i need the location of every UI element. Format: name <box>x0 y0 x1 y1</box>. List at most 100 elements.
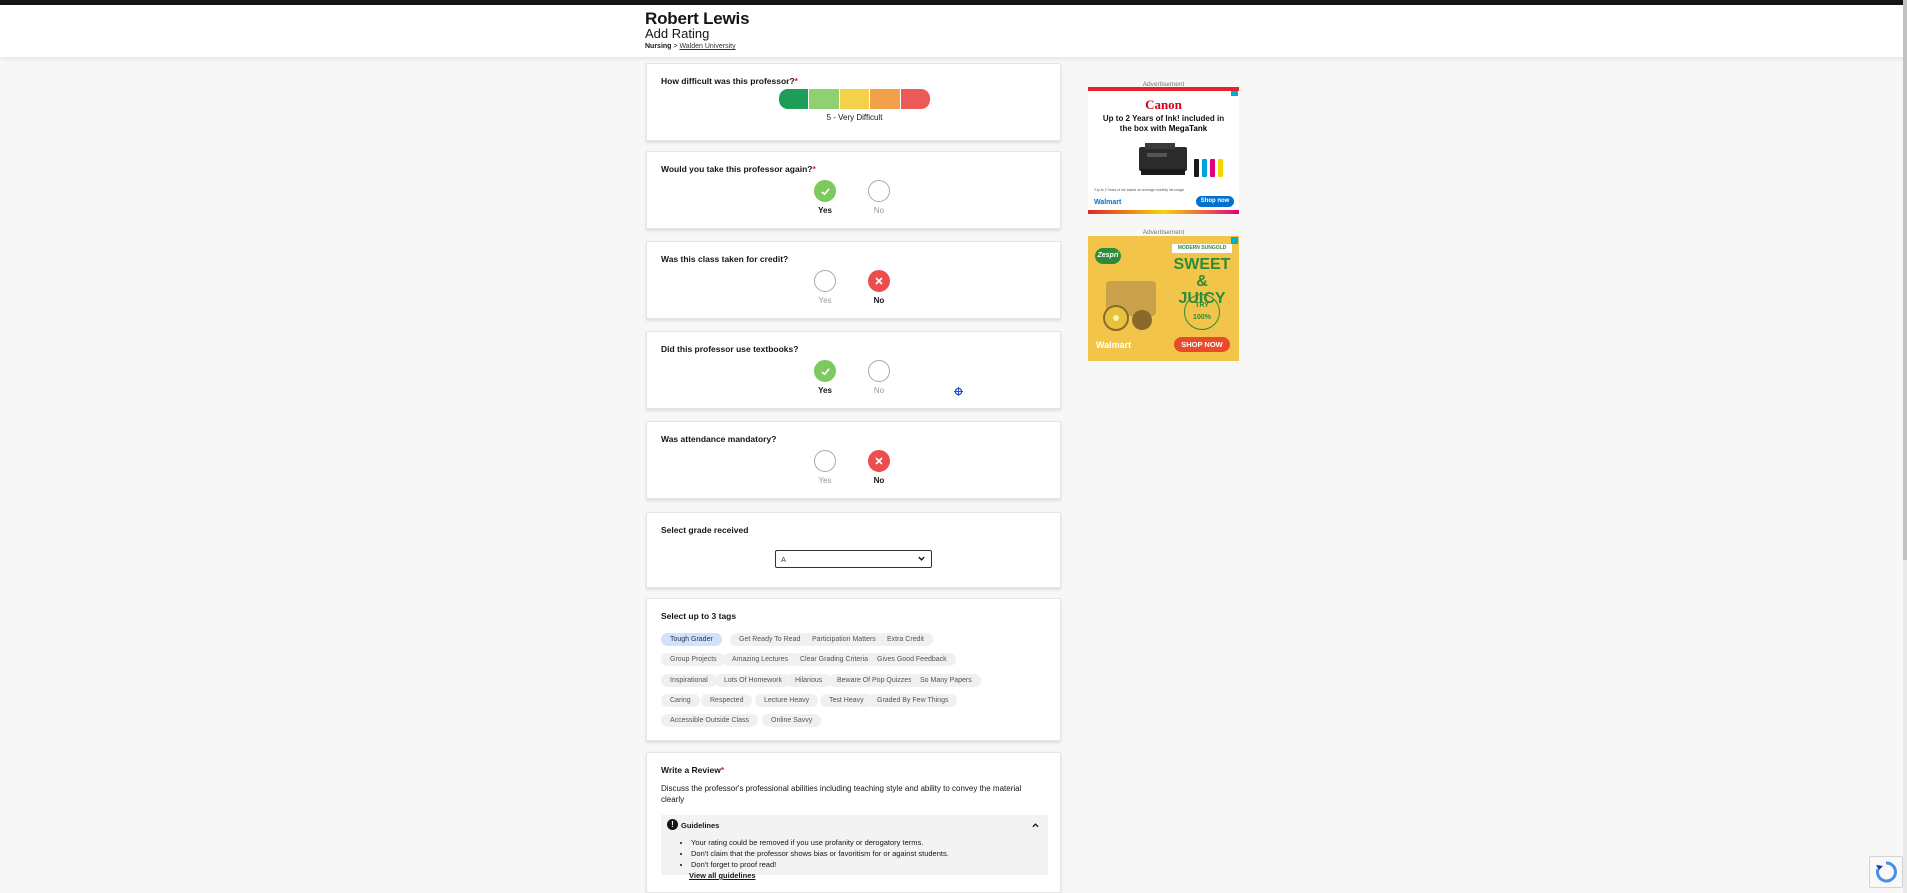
canon-logo: Canon <box>1145 97 1182 112</box>
breadcrumb: Nursing > Walden University <box>645 43 736 50</box>
tag-accessible-outside-class[interactable]: Accessible Outside Class <box>661 714 758 727</box>
tag-get-ready-to-read[interactable]: Get Ready To Read <box>730 633 810 646</box>
walmart-logo: Walmart <box>1096 340 1132 350</box>
printer-image <box>1135 143 1191 177</box>
tag-extra-credit[interactable]: Extra Credit <box>878 633 933 646</box>
take-again-question: Would you take this professor again?* <box>661 164 816 174</box>
tag-tough-grader[interactable]: Tough Grader <box>661 633 722 646</box>
review-question: Write a Review* <box>661 765 725 775</box>
grade-card: Select grade received A <box>646 512 1061 588</box>
modern-sungold-tag: MODERN SUNGOLD <box>1172 244 1232 253</box>
take-again-yes[interactable]: Yes <box>805 180 845 215</box>
ink-bottles-image <box>1194 159 1234 177</box>
radio-empty-icon[interactable] <box>868 360 890 382</box>
radio-empty-icon[interactable] <box>814 450 836 472</box>
credit-yes-label: Yes <box>818 296 832 305</box>
breadcrumb-department: Nursing <box>645 43 672 50</box>
take-again-no[interactable]: No <box>859 180 899 215</box>
canon-headline: Up to 2 Years of Ink! included in the bo… <box>1102 114 1225 133</box>
difficulty-option-4[interactable] <box>870 89 900 109</box>
tag-lecture-heavy[interactable]: Lecture Heavy <box>755 694 819 707</box>
scrollbar-thumb[interactable] <box>1903 0 1907 560</box>
textbooks-card: Did this professor use textbooks? Yes No <box>646 331 1061 409</box>
review-card: Write a Review* Discuss the professor's … <box>646 752 1061 893</box>
tag-group-projects[interactable]: Group Projects <box>661 653 726 666</box>
tag-so-many-papers[interactable]: So Many Papers <box>911 674 981 687</box>
cursor-icon <box>954 387 963 396</box>
adchoices-icon[interactable] <box>1231 237 1238 244</box>
alert-icon: ! <box>667 819 678 830</box>
breadcrumb-school-link[interactable]: Walden University <box>679 43 735 50</box>
check-icon[interactable] <box>814 180 836 202</box>
check-icon[interactable] <box>814 360 836 382</box>
view-all-guidelines-link[interactable]: View all guidelines <box>689 871 756 880</box>
difficulty-option-2[interactable] <box>809 89 839 109</box>
guideline-item: Don't forget to proof read! <box>691 859 949 870</box>
chevron-down-icon <box>918 556 925 561</box>
difficulty-option-3[interactable] <box>839 89 870 109</box>
tag-gives-good-feedback[interactable]: Gives Good Feedback <box>868 653 956 666</box>
tags-question: Select up to 3 tags <box>661 611 737 621</box>
attendance-card: Was attendance mandatory? Yes No <box>646 421 1061 499</box>
review-description: Discuss the professor's professional abi… <box>661 784 1022 804</box>
take-again-no-label: No <box>873 206 885 215</box>
attendance-yes-label: Yes <box>818 476 832 485</box>
tag-amazing-lectures[interactable]: Amazing Lectures <box>723 653 798 666</box>
grade-question: Select grade received <box>661 525 749 535</box>
zespri-ad[interactable]: Zespri MODERN SUNGOLD SWEET & JUICY TRY 10… <box>1088 236 1239 361</box>
adchoices-icon[interactable] <box>1231 91 1238 96</box>
textbooks-yes[interactable]: Yes <box>805 360 845 395</box>
ad-label: Advertisement <box>1142 229 1185 236</box>
tag-online-savvy[interactable]: Online Savvy <box>762 714 822 727</box>
chevron-up-icon[interactable] <box>1031 821 1040 830</box>
canon-ad[interactable]: Canon Up to 2 Years of Ink! included in … <box>1088 87 1239 214</box>
page-header: Robert Lewis Add Rating Nursing > Walden… <box>0 5 1903 57</box>
credit-no-label: No <box>873 296 885 305</box>
credit-question: Was this class taken for credit? <box>661 254 789 264</box>
credit-no[interactable]: No <box>859 270 899 305</box>
tag-respected[interactable]: Respected <box>701 694 753 707</box>
walmart-logo: Walmart <box>1094 199 1122 206</box>
tag-beware-of-pop-quizzes[interactable]: Beware Of Pop Quizzes <box>828 674 921 687</box>
difficulty-card: How difficult was this professor?* 5 - V… <box>646 63 1061 141</box>
tag-participation-matters[interactable]: Participation Matters <box>803 633 885 646</box>
recaptcha-icon <box>1876 861 1897 883</box>
radio-empty-icon[interactable] <box>868 180 890 202</box>
textbooks-no[interactable]: No <box>859 360 899 395</box>
difficulty-option-1[interactable] <box>779 89 809 109</box>
x-icon[interactable] <box>868 270 890 292</box>
guideline-item: Your rating could be removed if you use … <box>691 837 949 848</box>
shop-now-button[interactable]: Shop now <box>1196 196 1234 207</box>
difficulty-selected-label: 5 - Very Difficult <box>826 113 883 122</box>
kiwi-image <box>1096 276 1166 331</box>
shop-now-button[interactable]: SHOP NOW <box>1174 337 1230 352</box>
guideline-item: Don't claim that the professor shows bia… <box>691 848 949 859</box>
textbooks-yes-label: Yes <box>818 386 832 395</box>
tags-card: Select up to 3 tags Tough Grader Get Rea… <box>646 598 1061 741</box>
tag-test-heavy[interactable]: Test Heavy <box>820 694 873 707</box>
tag-graded-by-few-things[interactable]: Graded By Few Things <box>868 694 958 707</box>
attendance-question: Was attendance mandatory? <box>661 434 777 444</box>
ad-stripe <box>1088 210 1239 214</box>
guidelines-panel: ! Guidelines Your rating could be remove… <box>661 815 1048 880</box>
radio-empty-icon[interactable] <box>814 270 836 292</box>
try-100-badge: TRY 100% <box>1184 294 1220 330</box>
attendance-no[interactable]: No <box>859 450 899 485</box>
difficulty-question: How difficult was this professor?* <box>661 76 798 86</box>
recaptcha-badge[interactable] <box>1869 856 1903 888</box>
attendance-yes[interactable]: Yes <box>805 450 845 485</box>
take-again-card: Would you take this professor again?* Ye… <box>646 151 1061 229</box>
grade-select[interactable]: A <box>775 550 932 568</box>
tag-clear-grading-criteria[interactable]: Clear Grading Criteria <box>791 653 878 666</box>
guidelines-list: Your rating could be removed if you use … <box>691 837 949 870</box>
tag-hilarious[interactable]: Hilarious <box>786 674 832 687</box>
x-icon[interactable] <box>868 450 890 472</box>
tag-inspirational[interactable]: Inspirational <box>661 674 717 687</box>
tag-lots-of-homework[interactable]: Lots Of Homework <box>715 674 791 687</box>
difficulty-option-5[interactable] <box>900 89 931 109</box>
difficulty-scale <box>779 89 931 109</box>
take-again-yes-label: Yes <box>818 206 832 215</box>
tag-caring[interactable]: Caring <box>661 694 700 707</box>
guidelines-title: Guidelines <box>681 821 720 830</box>
credit-yes[interactable]: Yes <box>805 270 845 305</box>
